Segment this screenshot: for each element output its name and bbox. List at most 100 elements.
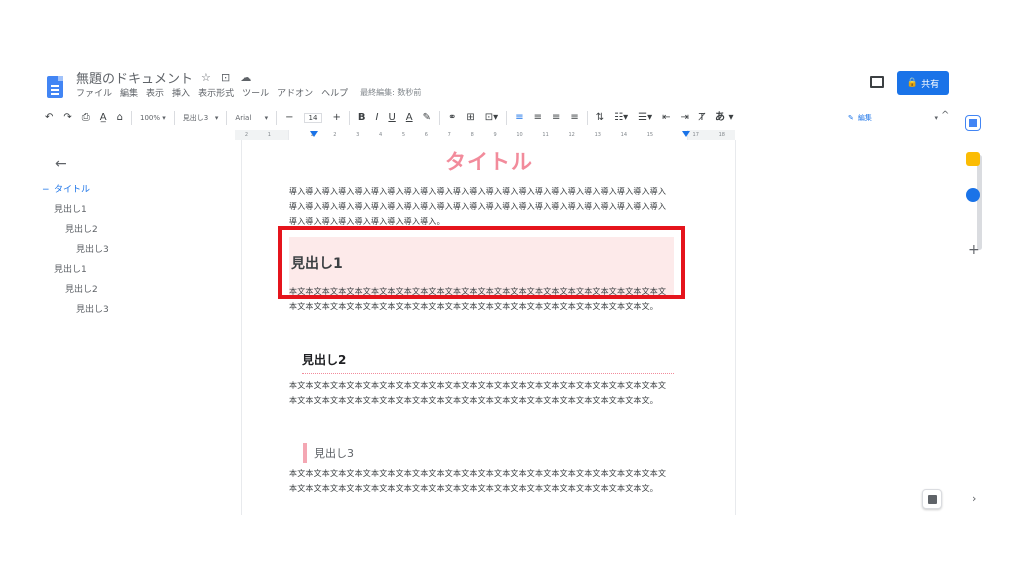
expand-side-panel-icon[interactable]: › <box>972 492 976 505</box>
menu-view[interactable]: 表示 <box>146 86 164 99</box>
font-size-decrease-button[interactable]: − <box>280 108 298 128</box>
share-label: 共有 <box>921 79 940 90</box>
divider <box>173 111 175 125</box>
docs-window: 無題のドキュメント ☆ ⊡ ☁ ファイル 編集 表示 挿入 表示形式 ツール ア… <box>0 0 1024 576</box>
outline-item-heading1[interactable]: 見出し1 <box>42 200 222 220</box>
cloud-status-icon[interactable]: ☁ <box>240 71 251 84</box>
body-paragraph-2[interactable]: 本文本文本文本文本文本文本文本文本文本文本文本文本文本文本文本文本文本文本文本文… <box>289 378 674 408</box>
divider <box>276 111 278 125</box>
style-select[interactable]: 見出し3 ▾ <box>178 108 224 128</box>
highlight-icon[interactable]: ✎ <box>418 108 436 128</box>
divider <box>348 111 350 125</box>
divider <box>586 111 588 125</box>
explore-icon[interactable] <box>922 489 942 509</box>
menu-insert[interactable]: 挿入 <box>172 86 190 99</box>
collapse-menus-icon[interactable]: ^ <box>941 110 949 121</box>
chevron-down-icon: ▾ <box>162 114 166 122</box>
chevron-down-icon: ▾ <box>728 112 734 123</box>
heading2-text[interactable]: 見出し2 <box>302 351 346 368</box>
bold-button[interactable]: B <box>353 108 371 128</box>
link-icon[interactable]: ⚭ <box>443 108 461 128</box>
outline-item-heading2[interactable]: 見出し2 <box>42 220 222 240</box>
toolbar: ↶ ↷ ⎙ A̲ ⌂ 100% ▾ 見出し3 ▾ Arial ▾ − 14 + … <box>40 108 970 128</box>
move-folder-icon[interactable]: ⊡ <box>221 71 230 84</box>
divider <box>130 111 132 125</box>
bulleted-list-icon[interactable]: ☰▾ <box>633 108 657 128</box>
title-icons: ☆ ⊡ ☁ <box>201 70 257 85</box>
star-icon[interactable]: ☆ <box>201 71 211 84</box>
outline-item-title[interactable]: − タイトル <box>42 180 222 200</box>
current-marker: − <box>42 185 50 195</box>
menu-tools[interactable]: ツール <box>242 86 269 99</box>
menu-edit[interactable]: 編集 <box>120 86 138 99</box>
input-tools-button[interactable]: あ ▾ <box>710 108 739 128</box>
underline-button[interactable]: U <box>383 108 400 128</box>
checklist-icon[interactable]: ☷▾ <box>609 108 633 128</box>
right-indent-marker[interactable] <box>682 131 690 137</box>
redo-icon[interactable]: ↷ <box>58 108 76 128</box>
document-heading-title[interactable]: タイトル <box>242 146 736 176</box>
editing-mode-select[interactable]: ✎ 編集 ▾ <box>848 110 938 126</box>
align-center-icon[interactable]: ≡ <box>529 108 547 128</box>
document-page[interactable]: タイトル 導入導入導入導入導入導入導入導入導入導入導入導入導入導入導入導入導入導… <box>242 140 736 515</box>
font-size-input[interactable]: 14 <box>303 113 323 123</box>
clear-formatting-icon[interactable]: Ⱦ <box>694 108 710 128</box>
decrease-indent-icon[interactable]: ⇤ <box>657 108 675 128</box>
last-edit-status[interactable]: 最終編集: 数秒前 <box>360 87 421 98</box>
font-select[interactable]: Arial ▾ <box>230 108 273 128</box>
divider <box>439 111 440 125</box>
add-addon-icon[interactable]: + <box>968 242 980 258</box>
line-spacing-icon[interactable]: ⇅ <box>591 108 609 128</box>
document-title[interactable]: 無題のドキュメント <box>76 68 193 87</box>
menu-addons[interactable]: アドオン <box>277 86 313 99</box>
comments-icon[interactable] <box>870 76 884 88</box>
vertical-scrollbar[interactable] <box>977 155 982 250</box>
back-arrow-icon[interactable]: ← <box>55 156 67 172</box>
outline-item-heading3[interactable]: 見出し3 <box>42 240 222 260</box>
insert-image-icon[interactable]: ⊡▾ <box>480 108 503 128</box>
outline-item-heading2[interactable]: 見出し2 <box>42 280 222 300</box>
body-paragraph-3[interactable]: 本文本文本文本文本文本文本文本文本文本文本文本文本文本文本文本文本文本文本文本文… <box>289 466 674 496</box>
divider <box>226 111 228 125</box>
print-icon[interactable]: ⎙ <box>77 108 95 128</box>
align-left-icon[interactable]: ≡ <box>510 108 528 128</box>
vertical-ruler[interactable] <box>33 145 37 515</box>
chevron-down-icon: ▾ <box>214 114 219 122</box>
undo-icon[interactable]: ↶ <box>40 108 58 128</box>
add-comment-icon[interactable]: ⊞ <box>461 108 479 128</box>
outline-item-heading3[interactable]: 見出し3 <box>42 300 222 320</box>
left-indent-marker[interactable] <box>310 131 318 137</box>
share-button[interactable]: 🔒 共有 <box>897 71 949 95</box>
chevron-down-icon: ▾ <box>264 114 269 122</box>
italic-button[interactable]: I <box>370 108 383 128</box>
intro-paragraph[interactable]: 導入導入導入導入導入導入導入導入導入導入導入導入導入導入導入導入導入導入導入導入… <box>289 184 674 229</box>
keep-icon[interactable] <box>966 152 980 166</box>
paint-format-icon[interactable]: ⌂ <box>112 108 128 128</box>
heading3-accent-bar <box>303 443 307 463</box>
editing-mode-label: 編集 <box>857 114 872 122</box>
document-outline: − タイトル 見出し1 見出し2 見出し3 見出し1 見出し2 見出し3 <box>42 180 222 320</box>
align-right-icon[interactable]: ≡ <box>547 108 565 128</box>
increase-indent-icon[interactable]: ⇥ <box>676 108 694 128</box>
page-edge <box>735 140 736 515</box>
outline-item-heading1[interactable]: 見出し1 <box>42 260 222 280</box>
zoom-select[interactable]: 100% ▾ <box>135 108 171 128</box>
spellcheck-icon[interactable]: A̲ <box>95 108 112 128</box>
calendar-icon[interactable] <box>965 115 981 131</box>
chevron-down-icon: ▾ <box>934 114 938 122</box>
heading2-dotted-rule <box>302 373 674 374</box>
lock-icon: 🔒 <box>906 78 919 88</box>
highlight-annotation-frame <box>278 226 685 299</box>
tasks-icon[interactable] <box>966 188 980 202</box>
menu-bar: ファイル 編集 表示 挿入 表示形式 ツール アドオン ヘルプ 最終編集: 数秒… <box>76 86 421 99</box>
menu-file[interactable]: ファイル <box>76 86 112 99</box>
heading3-text[interactable]: 見出し3 <box>314 445 354 461</box>
divider <box>506 111 508 125</box>
menu-format[interactable]: 表示形式 <box>198 86 234 99</box>
justify-icon[interactable]: ≡ <box>565 108 583 128</box>
text-color-button[interactable]: A <box>401 108 418 128</box>
docs-logo-icon[interactable] <box>47 76 63 98</box>
title-row: 無題のドキュメント ☆ ⊡ ☁ <box>76 68 257 87</box>
font-size-increase-button[interactable]: + <box>327 108 345 128</box>
menu-help[interactable]: ヘルプ <box>321 86 348 99</box>
